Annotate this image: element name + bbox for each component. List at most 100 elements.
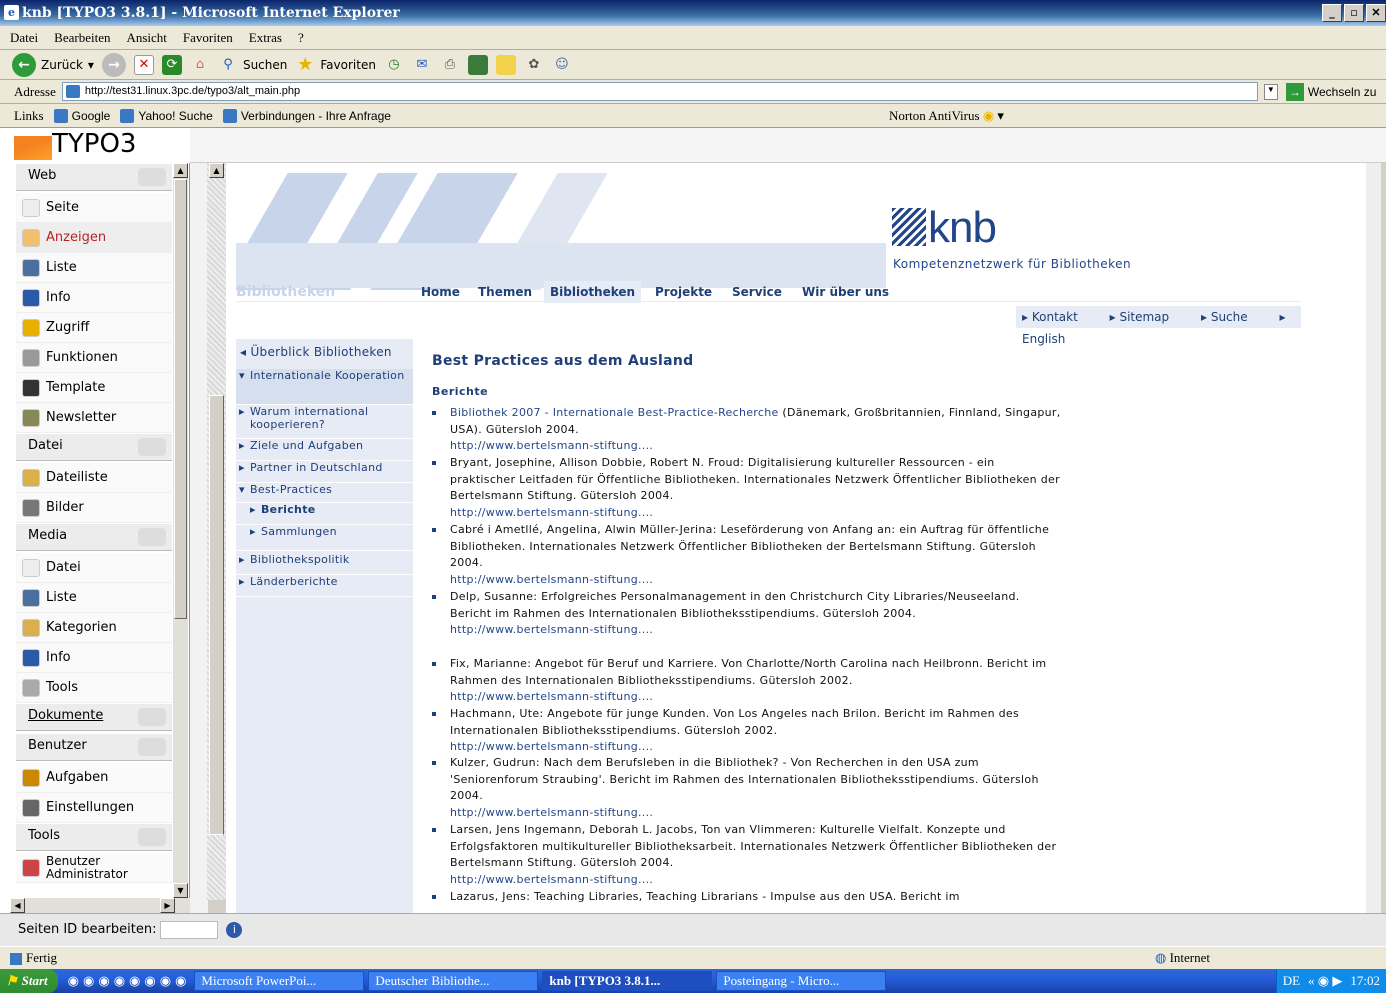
module-newsletter[interactable]: Newsletter (16, 403, 172, 433)
print-button[interactable]: ⎙ (440, 55, 460, 75)
tray-icons[interactable]: « ◉ ▶ (1308, 973, 1342, 989)
restore-button[interactable]: ▫ (1344, 4, 1364, 22)
start-button[interactable]: ⚑ Start (0, 969, 58, 993)
module-group-benutzer[interactable]: Benutzer (16, 733, 172, 761)
module-menu-scrollbar[interactable]: ▲ ▼ (173, 163, 188, 898)
nav-home[interactable]: Home (421, 285, 460, 299)
menu-favoriten[interactable]: Favoriten (183, 30, 233, 46)
page-id-input[interactable] (160, 920, 219, 939)
module-einstellungen[interactable]: Einstellungen (16, 793, 172, 823)
collapse-icon[interactable] (138, 828, 166, 846)
module-info[interactable]: Info (16, 643, 172, 673)
home-button[interactable]: ⌂ (190, 55, 210, 75)
nav-bibliotheken[interactable]: Bibliotheken (544, 281, 642, 303)
back-button[interactable]: ← Zurück ▾ (12, 52, 94, 77)
util-kontakt[interactable]: ▸ Kontakt (1022, 310, 1092, 324)
language-indicator[interactable]: DE (1283, 973, 1300, 989)
nav-wir-ueber-uns[interactable]: Wir über uns (802, 285, 889, 299)
close-button[interactable]: ✕ (1366, 4, 1386, 22)
menu-help[interactable]: ? (298, 30, 304, 46)
edit-button[interactable] (467, 54, 488, 75)
util-sitemap[interactable]: ▸ Sitemap (1110, 310, 1184, 324)
module-group-tools[interactable]: Tools (16, 823, 172, 851)
subnav-item[interactable]: ▾ Best-Practices (236, 483, 413, 503)
module-bilder[interactable]: Bilder (16, 493, 172, 523)
link-yahoo[interactable]: Yahoo! Suche (120, 108, 213, 123)
report-url-link[interactable]: http://www.bertelsmann-stiftung.... (450, 573, 653, 586)
module-seite[interactable]: Seite (16, 193, 172, 223)
menu-ansicht[interactable]: Ansicht (126, 30, 166, 46)
collapse-icon[interactable] (138, 168, 166, 186)
module-menu-hscrollbar[interactable]: ◀ ▶ (10, 898, 190, 913)
module-zugriff[interactable]: Zugriff (16, 313, 172, 343)
module-liste[interactable]: Liste (16, 583, 172, 613)
refresh-button[interactable]: ⟳ (161, 54, 182, 75)
module-kategorien[interactable]: Kategorien (16, 613, 172, 643)
link-verbindungen[interactable]: Verbindungen - Ihre Anfrage (222, 108, 391, 123)
mail-button[interactable]: ✉ (412, 55, 432, 75)
module-group-media[interactable]: Media (16, 523, 172, 551)
quick-launch[interactable]: ◉◉◉◉◉◉◉◉ (68, 973, 191, 989)
module-aufgaben[interactable]: Aufgaben (16, 763, 172, 793)
content-scrollbar[interactable] (1366, 163, 1381, 913)
report-url-link[interactable]: http://www.bertelsmann-stiftung.... (450, 873, 653, 886)
subnav-item[interactable]: ▾ Internationale Kooperation (236, 369, 413, 405)
subnav-item[interactable]: ▸ Sammlungen (236, 525, 413, 551)
module-datei[interactable]: Datei (16, 553, 172, 583)
module-group-web[interactable]: Web (16, 163, 172, 191)
task-posteingang[interactable]: Posteingang - Micro... (716, 971, 887, 991)
nav-service[interactable]: Service (732, 285, 782, 299)
favorites-button[interactable]: ★ Favoriten (295, 54, 376, 75)
subnav-item[interactable]: ▸ Partner in Deutschland (236, 461, 413, 483)
task-knb-typo3[interactable]: knb [TYPO3 3.8.1... (542, 971, 713, 991)
module-benutzer-administrator[interactable]: Benutzer Administrator (16, 853, 172, 883)
subnav-item[interactable]: ▸ Ziele und Aufgaben (236, 439, 413, 461)
info-icon[interactable]: i (226, 921, 243, 938)
task-powerpoint[interactable]: Microsoft PowerPoi... (194, 971, 365, 991)
report-url-link[interactable]: http://www.bertelsmann-stiftung.... (450, 439, 653, 452)
module-template[interactable]: Template (16, 373, 172, 403)
module-liste[interactable]: Liste (16, 253, 172, 283)
subnav-item-active[interactable]: ▸ Berichte (236, 503, 413, 525)
norton-antivirus[interactable]: Norton AntiVirus ◉ ▾ (889, 108, 1004, 124)
go-arrow-icon[interactable]: → (1285, 82, 1304, 101)
search-button[interactable]: ⚲ Suchen (218, 55, 287, 75)
menu-extras[interactable]: Extras (249, 30, 282, 46)
collapse-icon[interactable] (138, 438, 166, 456)
notes-button[interactable] (495, 54, 516, 75)
subnav-item[interactable]: ▸ Länderberichte (236, 575, 413, 597)
module-dateiliste[interactable]: Dateiliste (16, 463, 172, 493)
report-title-link[interactable]: Bibliothek 2007 - Internationale Best-Pr… (450, 406, 779, 419)
stop-button[interactable]: ✕ (133, 54, 154, 75)
module-anzeigen[interactable]: Anzeigen (16, 223, 172, 253)
subnav-item[interactable]: ▸ Bibliothekspolitik (236, 553, 413, 575)
collapse-icon[interactable] (138, 528, 166, 546)
module-tools[interactable]: Tools (16, 673, 172, 703)
address-input[interactable]: http://test31.linux.3pc.de/typo3/alt_mai… (61, 82, 1258, 101)
messenger-button[interactable]: ☺ (552, 55, 572, 75)
go-button[interactable]: Wechseln zu (1308, 85, 1376, 99)
menu-bearbeiten[interactable]: Bearbeiten (54, 30, 110, 46)
report-url-link[interactable]: http://www.bertelsmann-stiftung.... (450, 690, 653, 703)
task-deutscher-bibliothe[interactable]: Deutscher Bibliothe... (368, 971, 539, 991)
history-button[interactable]: ◷ (384, 55, 404, 75)
report-url-link[interactable]: http://www.bertelsmann-stiftung.... (450, 506, 653, 519)
scroll-thumb[interactable] (209, 395, 224, 835)
page-tree-scrollbar[interactable]: ▲ (207, 163, 226, 900)
forward-button[interactable]: → (101, 52, 126, 77)
util-suche[interactable]: ▸ Suche (1201, 310, 1262, 324)
minimize-button[interactable]: _ (1322, 4, 1342, 22)
collapse-icon[interactable] (138, 738, 166, 756)
address-dropdown[interactable]: ▼ (1263, 83, 1278, 100)
nav-themen[interactable]: Themen (478, 285, 532, 299)
collapse-icon[interactable] (138, 708, 166, 726)
module-group-dokumente[interactable]: Dokumente (16, 703, 172, 731)
link-google[interactable]: Google (53, 108, 110, 123)
report-url-link[interactable]: http://www.bertelsmann-stiftung.... (450, 806, 653, 819)
module-funktionen[interactable]: Funktionen (16, 343, 172, 373)
research-button[interactable]: ✿ (524, 55, 544, 75)
report-url-link[interactable]: http://www.bertelsmann-stiftung.... (450, 740, 653, 753)
menu-datei[interactable]: Datei (10, 30, 38, 46)
module-group-datei[interactable]: Datei (16, 433, 172, 461)
module-info[interactable]: Info (16, 283, 172, 313)
